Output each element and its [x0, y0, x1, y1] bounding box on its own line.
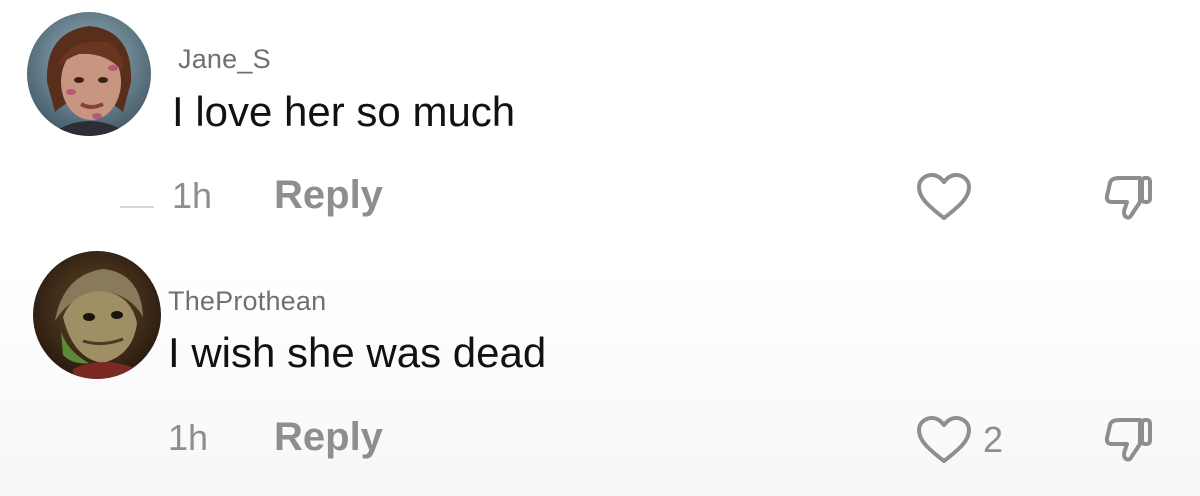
comment-item: TheProthean I wish she was dead 1h Reply… — [0, 245, 1200, 496]
comment-timestamp: 1h — [172, 175, 213, 216]
avatar[interactable] — [33, 251, 161, 379]
username[interactable]: Jane_S — [178, 44, 271, 75]
reply-button[interactable]: Reply — [274, 415, 383, 460]
avatar-image — [27, 12, 151, 136]
heart-icon — [917, 416, 971, 463]
avatar[interactable] — [27, 12, 151, 136]
heart-icon — [917, 173, 971, 220]
dislike-button[interactable] — [1100, 412, 1156, 468]
comment-item: Jane_S I love her so much 1h Reply — [0, 0, 1200, 245]
thumbs-down-icon — [1104, 176, 1152, 220]
comment-text: I love her so much — [172, 88, 516, 135]
comment-text: I wish she was dead — [168, 329, 547, 376]
reply-button[interactable]: Reply — [274, 173, 383, 218]
like-button[interactable] — [915, 172, 973, 222]
like-button[interactable]: 2 — [915, 415, 1015, 465]
comment-timestamp: 1h — [168, 417, 209, 458]
dislike-button[interactable] — [1100, 170, 1156, 226]
divider — [120, 206, 154, 208]
thumbs-down-icon — [1104, 418, 1152, 462]
avatar-image — [33, 251, 161, 379]
like-count: 2 — [983, 419, 1004, 460]
username[interactable]: TheProthean — [168, 286, 326, 317]
comments-page: Jane_S I love her so much 1h Reply ThePr… — [0, 0, 1200, 496]
